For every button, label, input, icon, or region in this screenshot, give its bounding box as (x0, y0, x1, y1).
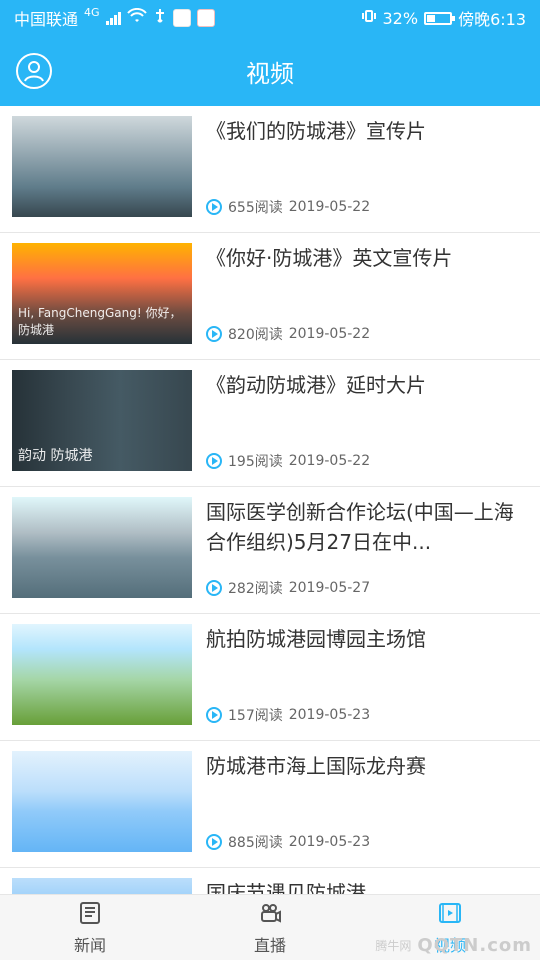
thumbnail-image: Hi, FangChengGang! 你好，防城港 (12, 243, 192, 344)
views-count: 885阅读 (228, 835, 283, 851)
top-app-bar: 视频 (0, 36, 540, 106)
list-item[interactable]: Hi, FangChengGang! 你好，防城港 《你好·防城港》英文宣传片 … (0, 233, 540, 360)
play-icon (206, 199, 222, 215)
thumbnail-image (12, 116, 192, 217)
video-icon (439, 902, 461, 923)
status-left: 中国联通 4G (14, 6, 215, 30)
watermark-text-2: QQTN.com (417, 935, 532, 956)
list-item[interactable]: 《我们的防城港》宣传片 655阅读 2019-05-22 (0, 106, 540, 233)
list-item[interactable]: 韵动 防城港 《韵动防城港》延时大片 195阅读 2019-05-22 (0, 360, 540, 487)
play-icon (206, 834, 222, 850)
list-item[interactable]: 航拍防城港园博园主场馆 157阅读 2019-05-23 (0, 614, 540, 741)
list-item[interactable]: 国庆节遇见防城港 (0, 868, 540, 894)
thumbnail-overlay-text: Hi, FangChengGang! 你好，防城港 (18, 306, 182, 337)
play-icon (206, 580, 222, 596)
item-title: 国际医学创新合作论坛(中国—上海合作组织)5月27日在中... (206, 500, 514, 554)
thumbnail-image (12, 878, 192, 894)
publish-date: 2019-05-22 (288, 199, 371, 215)
item-meta: 157阅读 2019-05-23 (206, 705, 528, 725)
profile-avatar[interactable] (16, 53, 52, 89)
thumbnail-overlay-text: 韵动 防城港 (18, 448, 93, 464)
notification-app-icon-2 (196, 9, 215, 27)
thumbnail-image: 韵动 防城港 (12, 370, 192, 471)
item-content: 《你好·防城港》英文宣传片 820阅读 2019-05-22 (206, 243, 528, 344)
carrier-text: 中国联通 (14, 10, 79, 29)
item-content: 国庆节遇见防城港 (206, 878, 528, 894)
usb-icon (153, 8, 167, 28)
vibrate-icon (361, 8, 377, 28)
wifi-icon (126, 7, 147, 28)
time-text: 傍晚6:13 (458, 10, 526, 29)
status-right: 32% 傍晚6:13 (361, 6, 526, 30)
views-count: 195阅读 (228, 454, 283, 470)
news-icon (80, 901, 100, 924)
notification-app-icon-1 (172, 9, 191, 27)
item-title: 防城港市海上国际龙舟赛 (206, 754, 426, 778)
play-icon (206, 326, 222, 342)
video-list[interactable]: 《我们的防城港》宣传片 655阅读 2019-05-22 Hi, FangChe… (0, 106, 540, 894)
bottom-navigation: 新闻 直播 视频 腾牛网 QQTN.com (0, 894, 540, 960)
publish-date: 2019-05-22 (288, 326, 371, 342)
item-meta: 195阅读 2019-05-22 (206, 451, 528, 471)
item-content: 《韵动防城港》延时大片 195阅读 2019-05-22 (206, 370, 528, 471)
battery-icon (424, 11, 456, 25)
network-type: 4G (84, 5, 100, 19)
list-item[interactable]: 防城港市海上国际龙舟赛 885阅读 2019-05-23 (0, 741, 540, 868)
item-title: 《你好·防城港》英文宣传片 (206, 246, 453, 270)
list-item[interactable]: 国际医学创新合作论坛(中国—上海合作组织)5月27日在中... 282阅读 20… (0, 487, 540, 614)
tab-label: 新闻 (73, 935, 106, 955)
publish-date: 2019-05-22 (288, 453, 371, 469)
item-meta: 820阅读 2019-05-22 (206, 324, 528, 344)
page-title: 视频 (246, 59, 294, 88)
play-icon (206, 707, 222, 723)
item-content: 防城港市海上国际龙舟赛 885阅读 2019-05-23 (206, 751, 528, 852)
thumbnail-image (12, 497, 192, 598)
views-count: 157阅读 (228, 708, 283, 724)
publish-date: 2019-05-23 (288, 707, 371, 723)
tab-label: 直播 (253, 935, 286, 955)
signal-icon (105, 11, 121, 25)
watermark: 腾牛网 QQTN.com (375, 935, 532, 956)
publish-date: 2019-05-23 (288, 834, 371, 850)
battery-percent: 32% (382, 8, 419, 28)
item-meta: 655阅读 2019-05-22 (206, 197, 528, 217)
tab-news[interactable]: 新闻 (0, 895, 180, 960)
play-icon (206, 453, 222, 469)
views-count: 655阅读 (228, 200, 283, 216)
user-icon (24, 61, 44, 82)
item-meta: 885阅读 2019-05-23 (206, 832, 528, 852)
item-content: 航拍防城港园博园主场馆 157阅读 2019-05-23 (206, 624, 528, 725)
item-title: 航拍防城港园博园主场馆 (206, 627, 426, 651)
item-title: 《韵动防城港》延时大片 (206, 373, 426, 397)
thumbnail-image (12, 624, 192, 725)
status-bar: 中国联通 4G 32% 傍晚6:13 (0, 0, 540, 36)
tab-live[interactable]: 直播 (180, 895, 360, 960)
views-count: 282阅读 (228, 581, 283, 597)
item-content: 《我们的防城港》宣传片 655阅读 2019-05-22 (206, 116, 528, 217)
item-title: 国庆节遇见防城港 (206, 881, 366, 894)
item-title: 《我们的防城港》宣传片 (206, 119, 426, 143)
item-meta: 282阅读 2019-05-27 (206, 578, 528, 598)
live-icon (261, 903, 281, 923)
thumbnail-image (12, 751, 192, 852)
watermark-text-1: 腾牛网 (375, 939, 412, 953)
item-content: 国际医学创新合作论坛(中国—上海合作组织)5月27日在中... 282阅读 20… (206, 497, 528, 598)
publish-date: 2019-05-27 (288, 580, 371, 596)
views-count: 820阅读 (228, 327, 283, 343)
